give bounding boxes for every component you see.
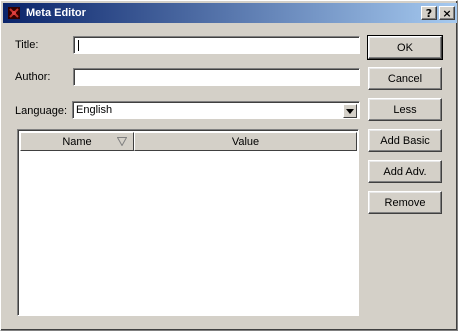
help-button[interactable]: ? — [421, 6, 437, 20]
window-title: Meta Editor — [26, 7, 86, 19]
remove-button[interactable]: Remove — [368, 191, 442, 214]
language-value: English — [76, 104, 113, 116]
column-header-name-label: Name — [62, 135, 92, 148]
author-label: Author: — [15, 71, 51, 83]
column-header-value-label: Value — [231, 135, 260, 148]
title-bar[interactable]: Meta Editor ? × — [3, 3, 457, 23]
language-label: Language: — [15, 105, 67, 117]
cancel-button[interactable]: Cancel — [368, 67, 442, 90]
title-field[interactable] — [73, 36, 360, 54]
close-button[interactable]: × — [439, 6, 455, 20]
ok-button[interactable]: OK — [367, 35, 443, 60]
sort-triangle-icon — [116, 137, 128, 149]
add-basic-button[interactable]: Add Basic — [368, 129, 442, 152]
app-icon — [7, 6, 21, 20]
column-header-value[interactable]: Value — [134, 132, 357, 151]
less-button[interactable]: Less — [368, 98, 442, 121]
author-field[interactable] — [73, 68, 360, 86]
column-header-name[interactable]: Name — [20, 132, 134, 151]
text-caret — [78, 40, 79, 51]
title-label: Title: — [15, 39, 39, 51]
meta-table[interactable]: Name Value — [17, 129, 359, 316]
language-select[interactable]: English — [72, 101, 360, 119]
meta-editor-dialog: Meta Editor ? × Title: Author: Language:… — [0, 0, 458, 331]
add-adv-button[interactable]: Add Adv. — [368, 160, 442, 183]
dropdown-arrow-icon[interactable] — [343, 104, 357, 118]
